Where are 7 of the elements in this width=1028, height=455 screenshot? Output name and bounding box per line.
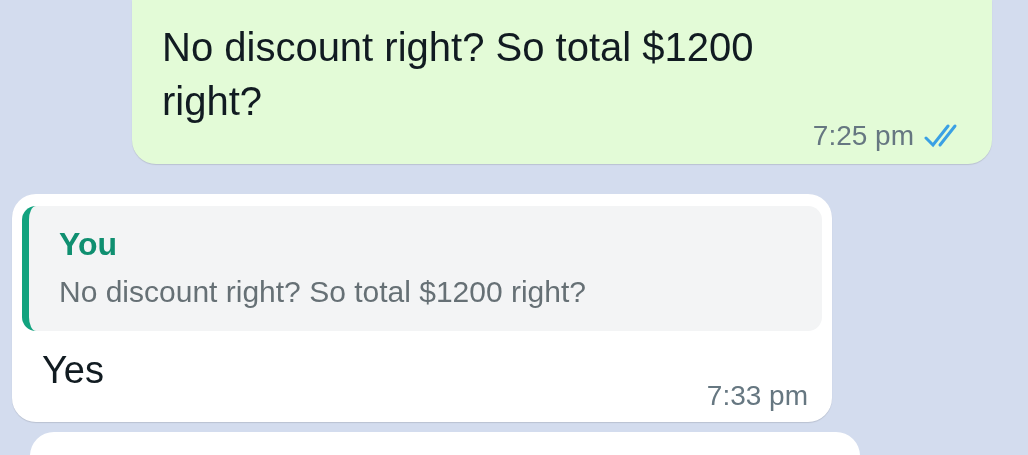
message-text: Yes: [42, 349, 104, 392]
quoted-message[interactable]: You No discount right? So total $1200 right?: [22, 206, 822, 331]
message-time: 7:25 pm: [812, 120, 914, 152]
quote-author: You: [59, 226, 119, 263]
message-text: No discount right? So total $1200 right?: [162, 24, 755, 125]
quote-text: No discount right? So total $1200 right?: [59, 275, 587, 309]
message-time: 7:33 pm: [706, 380, 808, 412]
